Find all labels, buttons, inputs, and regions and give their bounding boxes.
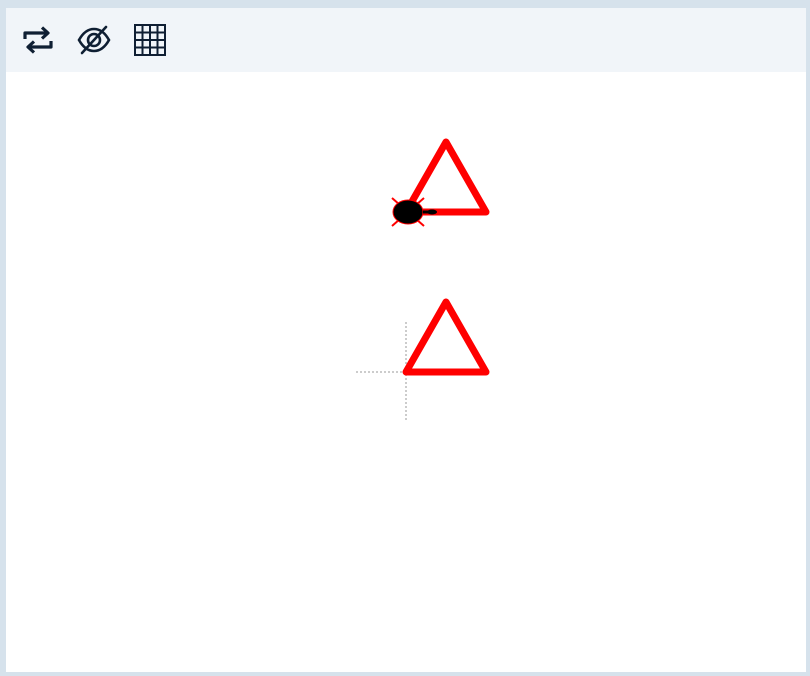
origin-crosshair xyxy=(356,322,407,420)
turtle-cursor xyxy=(391,197,437,227)
grid-icon xyxy=(134,24,166,56)
app-window xyxy=(6,8,806,672)
canvas-svg xyxy=(356,138,490,420)
lower-triangle xyxy=(402,298,490,376)
repeat-button[interactable] xyxy=(18,20,58,60)
eye-slash-icon xyxy=(77,25,111,55)
grid-button[interactable] xyxy=(130,20,170,60)
drawing-canvas[interactable] xyxy=(6,72,806,672)
toolbar xyxy=(6,8,806,72)
hide-button[interactable] xyxy=(74,20,114,60)
upper-triangle xyxy=(402,138,490,216)
repeat-icon xyxy=(23,26,53,54)
